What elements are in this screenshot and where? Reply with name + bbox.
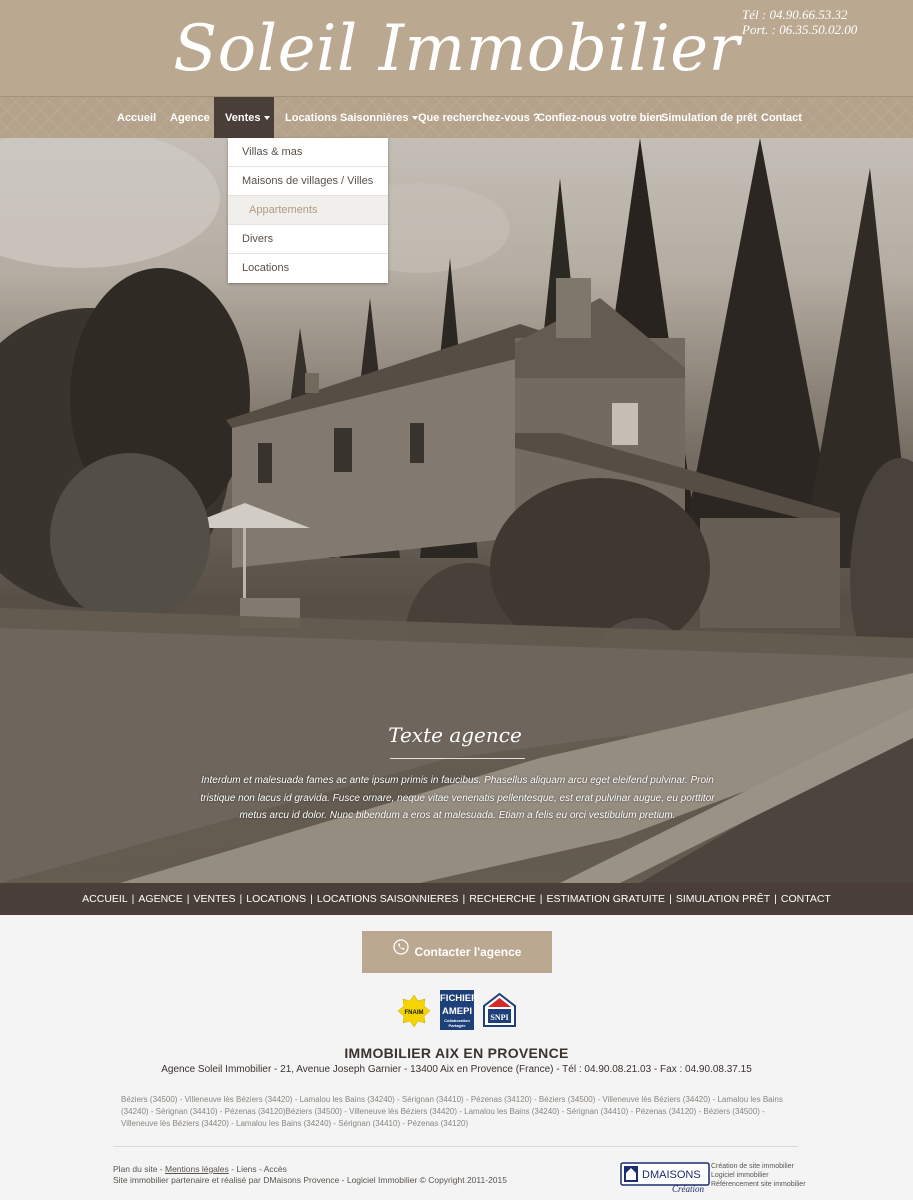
amepi-top-text: FICHIER bbox=[440, 993, 478, 1004]
footer-nav-separator: | bbox=[539, 893, 543, 905]
chevron-down-icon bbox=[264, 116, 271, 120]
fnaim-logo[interactable]: FNAIM bbox=[397, 994, 431, 1028]
agency-title: IMMOBILIER AIX EN PROVENCE bbox=[344, 1045, 569, 1061]
hero-title: Texte agence bbox=[388, 723, 522, 747]
nav-label: Agence bbox=[170, 112, 210, 124]
footer-nav-separator: | bbox=[310, 893, 313, 905]
nav-label: Simulation de prêt bbox=[661, 112, 757, 124]
hero-image: Texte agence Interdum et malesuada fames… bbox=[0, 138, 913, 883]
dropdown-item-appartements[interactable]: Appartements bbox=[228, 196, 388, 225]
nav-item-ventes[interactable]: Ventes bbox=[214, 97, 274, 139]
footer-bottom-links: Plan du site - Mentions légales - Liens … bbox=[113, 1164, 507, 1186]
nav-item-locations-saisonnieres[interactable]: Locations Saisonnières bbox=[277, 97, 426, 139]
dm-line: Création de site immobilier bbox=[711, 1163, 794, 1170]
nav-item-contact[interactable]: Contact bbox=[753, 97, 810, 139]
acces-link[interactable]: Accès bbox=[264, 1164, 287, 1174]
link-separator: - bbox=[256, 1164, 264, 1174]
footer-link-recherche[interactable]: RECHERCHE bbox=[469, 893, 536, 905]
main-nav: Accueil Agence Ventes Locations Saisonni… bbox=[0, 96, 913, 139]
nav-item-recherche[interactable]: Que recherchez-vous ? bbox=[410, 97, 548, 139]
footer-nav-separator: | bbox=[239, 893, 243, 905]
amepi-logo[interactable]: FICHIER AMEPI Collaboration Partagée bbox=[440, 990, 478, 1030]
dropdown-item-maisons[interactable]: Maisons de villages / Villes bbox=[228, 167, 388, 196]
nav-item-agence[interactable]: Agence bbox=[162, 97, 218, 139]
footer-divider bbox=[113, 1146, 798, 1147]
footer-nav-separator: | bbox=[462, 893, 466, 905]
nav-item-simulation[interactable]: Simulation de prêt bbox=[653, 97, 765, 139]
footer-link-estimation[interactable]: ESTIMATION GRATUITE bbox=[546, 893, 665, 905]
amepi-small-text: Collaboration Partagée bbox=[444, 1018, 470, 1028]
dropdown-item-villas[interactable]: Villas & mas bbox=[228, 138, 388, 167]
svg-text:FNAIM: FNAIM bbox=[405, 1010, 424, 1016]
dm-line: Logiciel immobilier bbox=[711, 1172, 769, 1179]
dm-line: Référencement site immobilier bbox=[711, 1181, 806, 1188]
phone-icon bbox=[392, 930, 409, 972]
footer-link-contact[interactable]: CONTACT bbox=[781, 893, 831, 905]
footer-nav-separator: | bbox=[186, 893, 190, 905]
seo-city-links[interactable]: Béziers (34500) - Villeneuve lès Béziers… bbox=[121, 1094, 791, 1130]
nav-label: Contact bbox=[761, 112, 802, 124]
svg-text:SNPI: SNPI bbox=[490, 1013, 508, 1022]
footer-link-ventes[interactable]: VENTES bbox=[193, 893, 235, 905]
footer-link-agence[interactable]: AGENCE bbox=[138, 893, 182, 905]
nav-item-accueil[interactable]: Accueil bbox=[109, 97, 164, 139]
svg-text:DMAISONS: DMAISONS bbox=[642, 1169, 701, 1181]
nav-label: Locations Saisonnières bbox=[285, 112, 409, 124]
footer-nav: ACCUEIL | AGENCE | VENTES | LOCATIONS | LOCATION… bbox=[0, 883, 913, 915]
footer-link-locations-saisonnieres[interactable]: LOCATIONS SAISONNIERES bbox=[317, 893, 459, 905]
nav-item-confiez[interactable]: Confiez-nous votre bien bbox=[529, 97, 670, 139]
header-phones: Tél : 04.90.66.53.32 Port. : 06.35.50.02… bbox=[742, 7, 857, 37]
site-header: Soleil Immobilier Tél : 04.90.66.53.32 P… bbox=[0, 0, 913, 96]
contact-agency-button[interactable]: Contacter l'agence bbox=[362, 931, 552, 973]
footer-link-accueil[interactable]: ACCUEIL bbox=[82, 893, 128, 905]
phone-port: Port. : 06.35.50.02.00 bbox=[742, 22, 858, 37]
nav-label: Accueil bbox=[117, 112, 157, 124]
liens-link[interactable]: Liens bbox=[236, 1164, 256, 1174]
snpi-logo[interactable]: SNPI bbox=[482, 992, 517, 1028]
footer-link-simulation[interactable]: SIMULATION PRÊT bbox=[676, 893, 770, 905]
link-separator: - bbox=[157, 1164, 165, 1174]
plan-du-site-link[interactable]: Plan du site bbox=[113, 1164, 157, 1174]
footer-credit: Site immobilier partenaire et réalisé pa… bbox=[113, 1175, 507, 1185]
svg-text:Création: Création bbox=[672, 1184, 705, 1194]
nav-label: Que recherchez-vous ? bbox=[418, 112, 540, 124]
ventes-dropdown-menu: Villas & mas Maisons de villages / Ville… bbox=[228, 138, 388, 283]
hero-divider bbox=[390, 758, 525, 759]
dmaisons-logo[interactable]: DMAISONS Création bbox=[620, 1160, 710, 1194]
footer-nav-separator: | bbox=[131, 893, 135, 905]
dropdown-item-locations[interactable]: Locations bbox=[228, 254, 388, 283]
agency-address: Agence Soleil Immobilier - 21, Avenue Jo… bbox=[161, 1064, 752, 1075]
footer-nav-separator: | bbox=[774, 893, 777, 905]
footer-nav-separator: | bbox=[669, 893, 672, 905]
hero-text: Interdum et malesuada fames ac ante ipsu… bbox=[200, 775, 715, 821]
phone-tel: Tél : 04.90.66.53.32 bbox=[742, 7, 848, 22]
nav-label: Confiez-nous votre bien bbox=[537, 112, 663, 124]
contact-button-label: Contacter l'agence bbox=[414, 945, 522, 959]
nav-label: Ventes bbox=[225, 112, 261, 124]
dropdown-item-divers[interactable]: Divers bbox=[228, 225, 388, 254]
footer-link-locations[interactable]: LOCATIONS bbox=[246, 893, 306, 905]
amepi-bottom-text: AMEPI bbox=[441, 1006, 473, 1017]
mentions-legales-link[interactable]: Mentions légales bbox=[165, 1164, 229, 1174]
dmaisons-text: Création de site immobilier Logiciel imm… bbox=[711, 1162, 806, 1189]
